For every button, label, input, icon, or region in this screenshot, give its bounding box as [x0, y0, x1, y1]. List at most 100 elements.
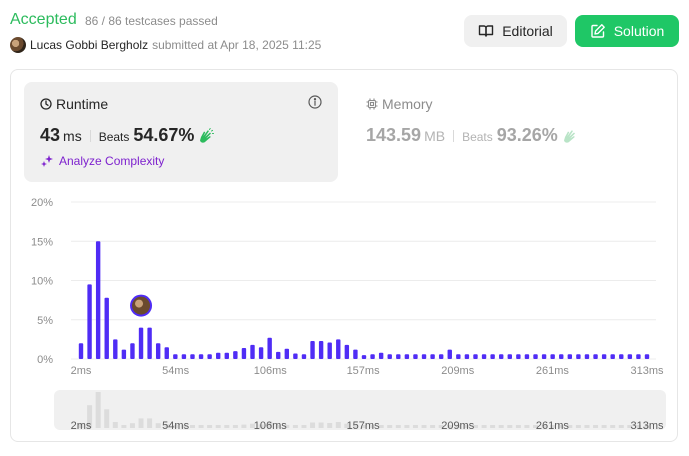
bar	[473, 354, 478, 359]
bar	[644, 354, 650, 359]
scrubber-bar	[95, 392, 101, 428]
bar	[593, 354, 598, 359]
bar	[250, 344, 255, 359]
scrubber-bar	[404, 425, 410, 428]
bar	[224, 352, 229, 359]
bar	[267, 337, 272, 359]
grid-lines	[71, 201, 656, 360]
scrubber-tick-label: 2ms	[71, 420, 92, 432]
scrubber-bar	[301, 425, 307, 428]
book-icon	[478, 23, 494, 39]
bar	[293, 353, 298, 359]
bar	[378, 352, 384, 359]
bar	[121, 349, 127, 359]
y-tick-label: 0%	[37, 354, 53, 366]
bar	[404, 354, 410, 359]
avatar[interactable]	[10, 37, 26, 53]
bar	[130, 343, 135, 359]
bar	[190, 354, 195, 359]
bar	[318, 340, 324, 359]
bar	[370, 354, 375, 359]
scrubber-bar	[147, 418, 153, 428]
bar	[438, 354, 444, 359]
scrubber-bar	[198, 425, 204, 428]
scrubber-bar	[395, 425, 401, 428]
bar	[78, 343, 84, 359]
your-submission-marker	[130, 294, 153, 317]
scrubber-tick-label: 157ms	[347, 420, 381, 432]
scrubber-bar	[155, 423, 161, 428]
bar	[113, 339, 118, 359]
scrubber-bar	[421, 425, 427, 428]
edit-icon	[590, 23, 606, 39]
scrubber-bar	[224, 425, 230, 428]
scrubber-bar	[241, 424, 247, 428]
scrubber-bar	[610, 425, 616, 428]
scrubber-bar	[584, 425, 590, 428]
bar	[396, 354, 401, 359]
bar	[636, 354, 641, 359]
bar	[310, 340, 315, 359]
bar	[516, 354, 521, 359]
scrubber-bar	[189, 425, 195, 428]
submission-header: Accepted 86 / 86 testcases passed Lucas …	[10, 10, 679, 56]
bar	[95, 241, 101, 359]
x-tick-label: 106ms	[254, 365, 288, 377]
scrubber-bar	[292, 425, 298, 428]
scrubber-tick-label: 209ms	[441, 420, 475, 432]
bar	[550, 354, 555, 359]
bar	[233, 351, 238, 359]
bar	[559, 354, 564, 359]
scrubber-bar	[215, 425, 221, 428]
bar	[138, 327, 144, 359]
bar	[507, 354, 512, 359]
bar	[207, 354, 212, 359]
y-tick-label: 10%	[31, 276, 53, 288]
editorial-button[interactable]: Editorial	[464, 15, 567, 47]
scrubber-bar	[138, 418, 144, 428]
x-tick-label: 209ms	[441, 365, 475, 377]
bar	[155, 343, 161, 359]
solution-button[interactable]: Solution	[575, 15, 679, 47]
y-tick-label: 5%	[37, 315, 53, 327]
bar	[627, 354, 633, 359]
scrubber-tick-label: 313ms	[630, 420, 664, 432]
status-label: Accepted	[10, 11, 77, 28]
bars	[78, 241, 650, 359]
bar	[601, 354, 607, 359]
bar	[421, 354, 427, 359]
scrubber-bar	[507, 425, 513, 428]
x-tick-label: 2ms	[71, 365, 92, 377]
bar	[216, 352, 221, 359]
bar	[336, 339, 341, 359]
y-axis-labels: 0% 5% 10% 15% 20%	[31, 197, 53, 366]
avatar-face	[135, 299, 144, 308]
scrubber-bar	[232, 425, 238, 428]
scrubber-bar	[207, 425, 213, 428]
submitter-line: Lucas Gobbi Bergholz submitted at Apr 18…	[10, 37, 321, 53]
bar	[524, 354, 530, 359]
runtime-distribution-chart: 0% 5% 10% 15% 20% 2ms 54ms 106ms 157ms 209ms 261m…	[31, 197, 664, 432]
bar	[301, 354, 307, 359]
bar	[490, 354, 495, 359]
scrubber-bar	[335, 422, 341, 428]
scrubber-bar	[481, 425, 487, 428]
scrubber-bar	[593, 425, 599, 428]
performance-card: Runtime 43 ms Beats 54.67% Analyze Compl…	[10, 69, 678, 442]
bar	[481, 354, 487, 359]
bar	[284, 348, 290, 359]
user-name[interactable]: Lucas Gobbi Bergholz	[30, 38, 148, 52]
bar	[147, 327, 152, 359]
bar	[353, 349, 358, 359]
scrubber-tick-label: 54ms	[162, 420, 189, 432]
editorial-label: Editorial	[502, 23, 553, 39]
bar	[198, 354, 204, 359]
scrubber-bar	[524, 425, 530, 428]
submitted-time: submitted at Apr 18, 2025 11:25	[152, 38, 322, 52]
scrubber-bar	[575, 425, 581, 428]
y-tick-label: 15%	[31, 236, 53, 248]
scrubber-bar	[112, 422, 118, 428]
bar	[344, 344, 350, 359]
bar	[447, 349, 452, 359]
scrubber-bar	[129, 423, 135, 428]
